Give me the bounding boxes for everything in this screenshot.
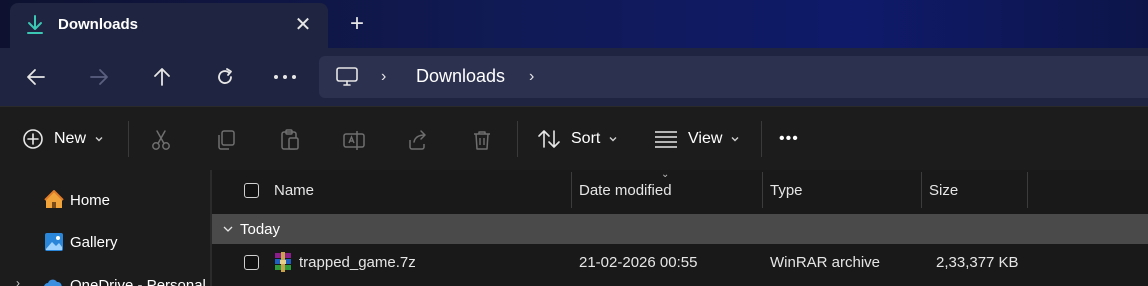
file-row[interactable]: trapped_game.7z 21-02-2026 00:55 WinRAR …	[212, 246, 1148, 278]
refresh-button[interactable]	[208, 62, 242, 92]
chevron-right-icon[interactable]: ›	[16, 276, 20, 286]
this-pc-icon[interactable]	[335, 66, 359, 88]
close-tab-button[interactable]: ✕	[290, 12, 316, 38]
column-header-name[interactable]: Name	[274, 170, 314, 210]
file-list: Name ⌄ Date modified Type Size Today tra…	[212, 169, 1148, 286]
view-button[interactable]: View	[654, 107, 740, 171]
chevron-down-icon	[95, 137, 103, 142]
navigation-bar: › Downloads ›	[0, 48, 1148, 106]
tab-title: Downloads	[58, 16, 139, 33]
new-button[interactable]: New	[22, 107, 104, 171]
breadcrumb-downloads[interactable]: Downloads	[416, 66, 505, 87]
divider	[128, 121, 129, 157]
file-size: 2,33,377 KB	[936, 253, 1019, 271]
cut-button[interactable]	[148, 127, 174, 153]
winrar-archive-icon	[273, 246, 293, 278]
file-name[interactable]: trapped_game.7z	[299, 246, 416, 278]
arrow-up-icon	[154, 68, 170, 86]
plus-circle-icon	[23, 129, 43, 149]
trash-icon	[474, 131, 490, 150]
rename-button[interactable]	[341, 127, 367, 153]
sidebar-item-onedrive[interactable]: OneDrive - Personal	[44, 271, 206, 286]
group-label: Today	[240, 220, 281, 238]
copy-icon	[218, 130, 235, 150]
column-header-size[interactable]: Size	[929, 170, 958, 210]
new-label: New	[54, 130, 87, 147]
arrow-left-icon	[27, 69, 45, 85]
divider	[761, 121, 762, 157]
home-icon	[44, 190, 64, 208]
column-header-date-modified[interactable]: Date modified	[579, 170, 672, 210]
column-divider[interactable]	[921, 172, 922, 208]
sidebar-item-label: OneDrive - Personal	[70, 276, 206, 286]
navigation-pane: Home Gallery › OneDrive - Personal	[0, 170, 210, 286]
sidebar-item-gallery[interactable]: Gallery	[44, 228, 118, 256]
checkbox[interactable]	[244, 182, 259, 198]
tab-downloads[interactable]: Downloads ✕	[10, 3, 328, 48]
command-bar: New Sort View •••	[0, 106, 1148, 170]
chevron-down-icon	[609, 137, 617, 142]
share-icon	[409, 130, 426, 150]
download-icon	[24, 13, 46, 37]
address-bar[interactable]: › Downloads ›	[319, 56, 1148, 98]
column-divider[interactable]	[762, 172, 763, 208]
new-tab-button[interactable]: +	[342, 10, 372, 38]
see-more-button[interactable]: •••	[779, 107, 799, 171]
title-bar: Downloads ✕ +	[0, 0, 1148, 48]
back-button[interactable]	[19, 62, 53, 92]
delete-button[interactable]	[469, 127, 495, 153]
chevron-down-icon	[223, 226, 233, 232]
refresh-icon	[218, 68, 232, 84]
forward-button[interactable]	[82, 62, 116, 92]
chevron-right-icon[interactable]: ›	[529, 68, 534, 86]
sort-button[interactable]: Sort	[537, 107, 618, 171]
scissors-icon	[152, 130, 170, 150]
gallery-icon	[45, 233, 63, 251]
sort-label: Sort	[571, 130, 601, 147]
onedrive-icon	[44, 279, 62, 286]
group-header-today[interactable]: Today	[212, 214, 1148, 244]
column-divider[interactable]	[571, 172, 572, 208]
clipboard-icon	[281, 129, 299, 150]
sort-arrows-icon	[538, 130, 560, 148]
column-headers: Name ⌄ Date modified Type Size	[212, 169, 1148, 210]
column-header-type[interactable]: Type	[770, 170, 803, 210]
copy-button[interactable]	[213, 127, 239, 153]
chevron-right-icon[interactable]: ›	[381, 68, 386, 86]
sidebar-item-label: Gallery	[70, 233, 118, 251]
sidebar-item-label: Home	[70, 191, 111, 209]
column-divider[interactable]	[1027, 172, 1028, 208]
divider	[517, 121, 518, 157]
file-type: WinRAR archive	[770, 253, 881, 271]
rename-icon	[343, 131, 365, 150]
file-date-modified: 21-02-2026 00:55	[579, 253, 698, 271]
more-nav-button[interactable]	[268, 62, 302, 92]
sidebar-item-home[interactable]: Home	[44, 186, 110, 214]
ellipsis-icon	[274, 75, 296, 79]
checkbox[interactable]	[244, 254, 259, 270]
arrow-right-icon	[90, 69, 108, 85]
chevron-down-icon	[731, 137, 739, 142]
view-label: View	[688, 130, 723, 147]
view-list-icon	[655, 131, 677, 148]
share-button[interactable]	[405, 127, 431, 153]
row-checkbox[interactable]	[244, 246, 259, 278]
select-all-checkbox[interactable]	[244, 170, 259, 210]
up-button[interactable]	[145, 62, 179, 92]
paste-button[interactable]	[277, 127, 303, 153]
